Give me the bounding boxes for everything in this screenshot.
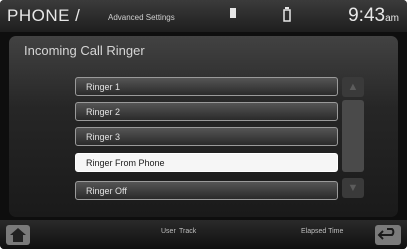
track-label: Track — [179, 228, 197, 235]
back-button[interactable] — [375, 225, 401, 245]
back-icon — [377, 228, 395, 240]
phone-screen: PHONE / Advanced Settings 9:43am Incomin… — [0, 0, 407, 249]
user-label: User — [161, 228, 176, 235]
arrow-down-icon: ▼ — [347, 182, 359, 194]
option-ringer-2[interactable]: Ringer 2 — [75, 102, 338, 121]
home-icon — [10, 228, 26, 242]
option-ringer-from-phone[interactable]: Ringer From Phone — [75, 153, 338, 172]
elapsed-time-label: Elapsed Time — [301, 228, 344, 235]
home-button[interactable] — [6, 225, 30, 245]
scroll-up-button[interactable]: ▲ — [342, 77, 364, 97]
panel-title: Incoming Call Ringer — [24, 43, 145, 58]
clock: 9:43am — [348, 5, 399, 26]
bottom-bar: User Track Elapsed Time — [0, 220, 407, 249]
option-ringer-3[interactable]: Ringer 3 — [75, 127, 338, 146]
ringer-panel: Incoming Call Ringer Ringer 1 Ringer 2 R… — [9, 36, 398, 217]
scrollbar-track[interactable] — [342, 100, 364, 172]
screen-subtitle: Advanced Settings — [108, 13, 175, 22]
scroll-down-button[interactable]: ▼ — [342, 178, 364, 198]
status-bar: PHONE / Advanced Settings 9:43am — [0, 0, 407, 32]
screen-title: PHONE / — [7, 6, 81, 25]
option-ringer-1[interactable]: Ringer 1 — [75, 77, 338, 96]
arrow-up-icon: ▲ — [347, 81, 359, 93]
signal-icon — [228, 6, 238, 23]
option-ringer-off[interactable]: Ringer Off — [75, 181, 338, 200]
phone-status-icon — [282, 6, 292, 25]
